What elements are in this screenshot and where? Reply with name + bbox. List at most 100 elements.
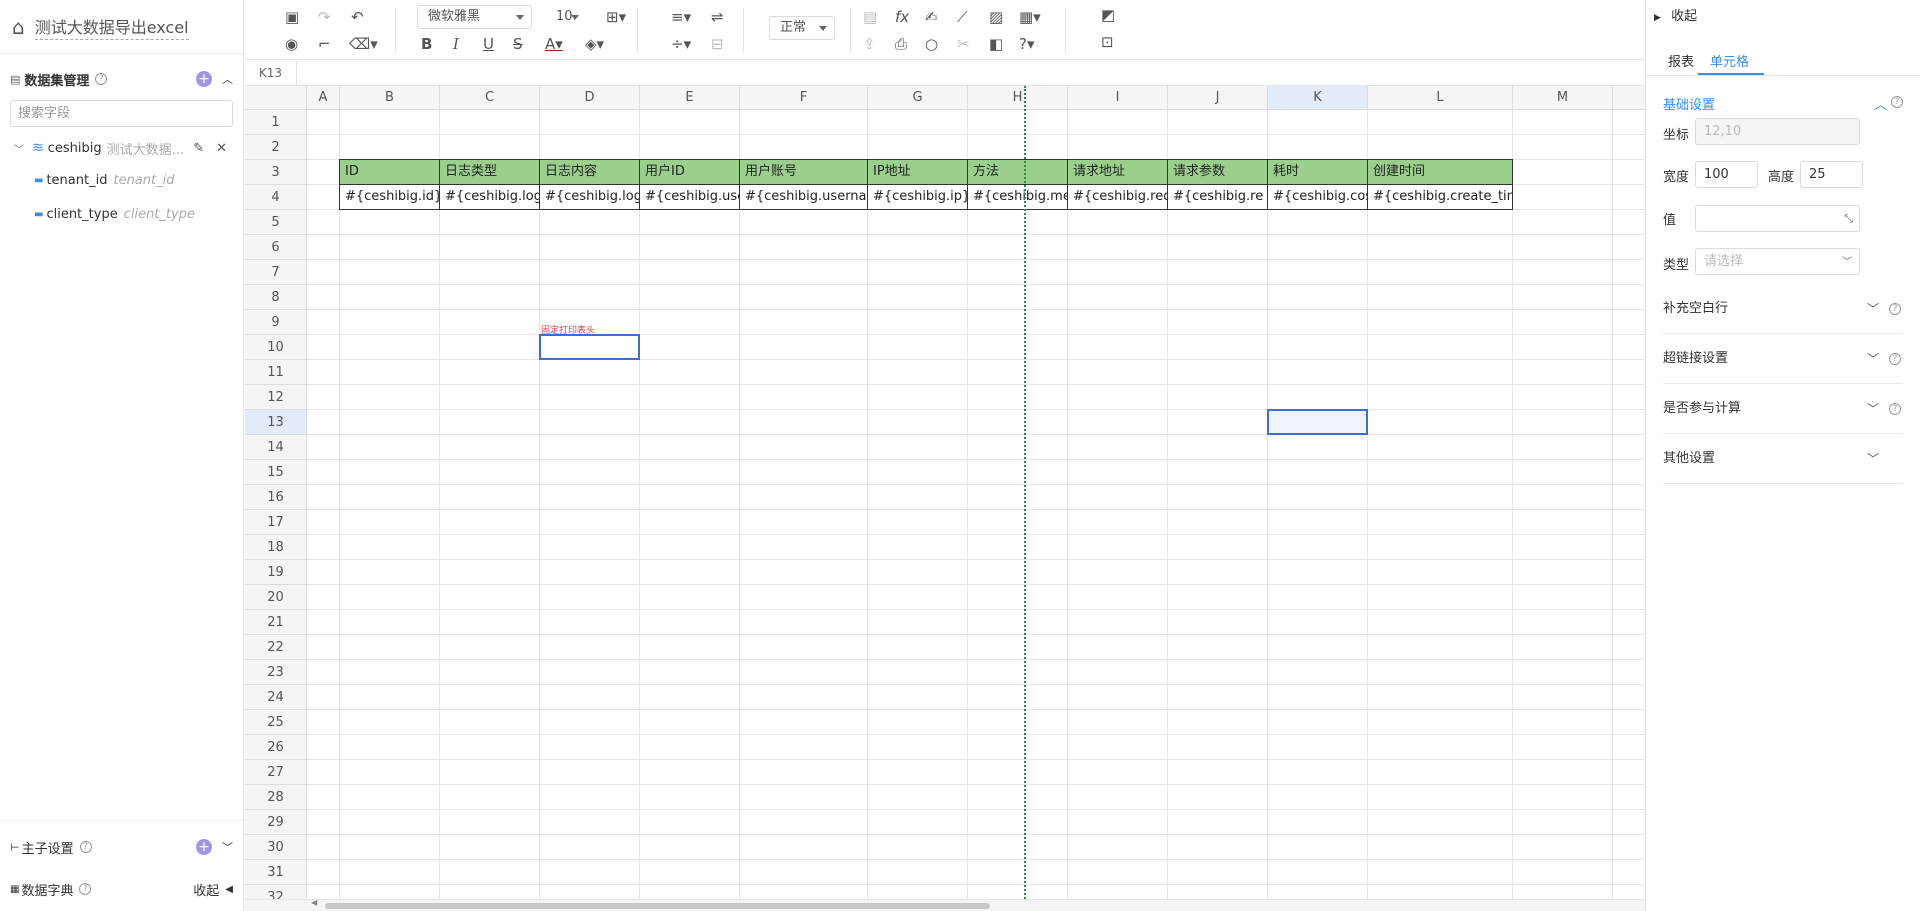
section-blank-rows[interactable]: 补充空白行 ﹀ ?	[1663, 284, 1903, 334]
horizontal-scrollbar[interactable]: ◀	[245, 898, 1645, 911]
help-icon[interactable]: ?	[1891, 96, 1903, 108]
row-header[interactable]: 23	[245, 660, 307, 685]
row-header[interactable]: 18	[245, 535, 307, 560]
row-header[interactable]: 5	[245, 210, 307, 235]
upload-icon[interactable]: ⇪	[863, 33, 876, 55]
table-icon[interactable]: ▤	[863, 6, 877, 28]
row-header[interactable]: 29	[245, 810, 307, 835]
header-cell[interactable]: 方法	[967, 159, 1068, 185]
spreadsheet-grid[interactable]: A B C D E F G H I J K L M 1 2 3 4 5 6 7 8 9 10 11 12 13 14 15 16 17 18…	[245, 86, 1645, 899]
template-cell[interactable]: #{ceshibig.log	[539, 184, 640, 210]
column-header-e[interactable]: E	[640, 86, 740, 110]
preview-icon[interactable]: ◉	[285, 33, 298, 55]
caret-left-icon[interactable]: ◀	[225, 884, 233, 895]
header-cell[interactable]: 用户账号	[739, 159, 868, 185]
eraser-icon[interactable]: ⌫▾	[349, 33, 378, 55]
search-field-input[interactable]: 搜索字段	[10, 100, 233, 127]
column-header-i[interactable]: I	[1068, 86, 1168, 110]
coord-input[interactable]: 12,10	[1695, 118, 1860, 145]
header-cell[interactable]: ID	[339, 159, 440, 185]
header-cell[interactable]: 耗时	[1267, 159, 1368, 185]
selected-cell-d10[interactable]	[539, 334, 640, 360]
template-cell[interactable]: #{ceshibig.create_tim	[1367, 184, 1513, 210]
collapse-right-button[interactable]: ▶ 收起	[1654, 5, 1697, 24]
row-header[interactable]: 25	[245, 710, 307, 735]
row-header[interactable]: 2	[245, 135, 307, 160]
header-cell[interactable]: 日志类型	[439, 159, 540, 185]
row-header[interactable]: 19	[245, 560, 307, 585]
header-cell[interactable]: 创建时间	[1367, 159, 1513, 185]
add-dataset-button[interactable]: +	[196, 71, 212, 87]
column-header-l[interactable]: L	[1368, 86, 1513, 110]
tab-report[interactable]: 报表	[1668, 51, 1694, 70]
row-header[interactable]: 4	[245, 185, 307, 210]
row-header[interactable]: 30	[245, 835, 307, 860]
row-header[interactable]: 26	[245, 735, 307, 760]
section-other[interactable]: 其他设置 ﹀	[1663, 434, 1903, 484]
row-header[interactable]: 15	[245, 460, 307, 485]
header-cell[interactable]: 请求参数	[1167, 159, 1268, 185]
template-cell[interactable]: #{ceshibig.userna	[739, 184, 868, 210]
underline-icon[interactable]: U	[483, 33, 494, 55]
column-header-c[interactable]: C	[440, 86, 540, 110]
italic-icon[interactable]: I	[453, 33, 459, 55]
vertical-align-icon[interactable]: ÷▾	[671, 33, 691, 55]
column-header-a[interactable]: A	[307, 86, 340, 110]
column-header-j[interactable]: J	[1168, 86, 1268, 110]
help-icon[interactable]: ?▾	[1019, 33, 1035, 55]
print-icon[interactable]: ⎙	[895, 33, 907, 55]
row-header[interactable]: 14	[245, 435, 307, 460]
template-cell[interactable]: #{ceshibig.me	[967, 184, 1068, 210]
section-calculation[interactable]: 是否参与计算 ﹀ ?	[1663, 384, 1903, 434]
header-cell[interactable]: 日志内容	[539, 159, 640, 185]
field-item[interactable]: ▬ client_type client_type	[0, 197, 243, 231]
grid-corner[interactable]	[245, 86, 307, 110]
header-cell[interactable]: 请求地址	[1067, 159, 1168, 185]
row-header[interactable]: 20	[245, 585, 307, 610]
row-header[interactable]: 21	[245, 610, 307, 635]
dataset-tree-item[interactable]: ﹀ ≋ ceshibig 测试大数据... ✎ ✕	[0, 133, 243, 163]
row-header[interactable]: 3	[245, 160, 307, 185]
height-input[interactable]: 25	[1800, 161, 1863, 188]
border-icon[interactable]: ⊞▾	[606, 6, 626, 28]
template-cell[interactable]: #{ceshibig.ip}	[867, 184, 968, 210]
fixed-header-icon[interactable]: ◩	[1101, 4, 1115, 26]
font-color-icon[interactable]: A▾	[545, 33, 563, 55]
template-cell[interactable]: #{ceshibig.req	[1067, 184, 1168, 210]
template-cell[interactable]: #{ceshibig.log	[439, 184, 540, 210]
chart-icon[interactable]: ⟋	[957, 6, 968, 28]
redo-icon[interactable]: ↷	[318, 6, 331, 28]
merge-icon[interactable]: ⊟	[711, 33, 724, 55]
wrap-icon[interactable]: ⇌	[711, 6, 724, 28]
basic-settings-header[interactable]: 基础设置 ︿ ?	[1663, 94, 1903, 113]
strikethrough-icon[interactable]: S	[513, 33, 523, 55]
page-title[interactable]: 测试大数据导出excel	[34, 14, 189, 40]
section-hyperlink[interactable]: 超链接设置 ﹀ ?	[1663, 334, 1903, 384]
row-header[interactable]: 32	[245, 885, 307, 899]
row-header[interactable]: 17	[245, 510, 307, 535]
value-input[interactable]: ⤡	[1695, 205, 1860, 232]
search-icon[interactable]: ○	[925, 33, 938, 55]
row-header[interactable]: 6	[245, 235, 307, 260]
tab-cell[interactable]: 单元格	[1710, 51, 1749, 70]
row-header[interactable]: 24	[245, 685, 307, 710]
font-size-select[interactable]: 10	[545, 5, 587, 29]
header-cell[interactable]: IP地址	[867, 159, 968, 185]
header-cell[interactable]: 用户ID	[639, 159, 740, 185]
align-left-icon[interactable]: ≡▾	[671, 6, 691, 28]
row-header[interactable]: 28	[245, 785, 307, 810]
active-cell-k13[interactable]	[1267, 409, 1368, 435]
width-input[interactable]: 100	[1695, 161, 1758, 188]
template-cell[interactable]: #{ceshibig.use	[639, 184, 740, 210]
scroll-thumb[interactable]	[325, 903, 990, 909]
text-mode-select[interactable]: 正常	[769, 16, 835, 40]
tools-icon[interactable]: ✂	[957, 33, 970, 55]
fit-icon[interactable]: ⊡	[1101, 31, 1114, 53]
template-cell[interactable]: #{ceshibig.id}	[339, 184, 440, 210]
cell-reference[interactable]: K13	[245, 61, 297, 85]
row-header[interactable]: 16	[245, 485, 307, 510]
row-header[interactable]: 10	[245, 335, 307, 360]
sign-icon[interactable]: ✍	[925, 6, 938, 28]
add-main-sub-button[interactable]: +	[196, 839, 212, 855]
row-header[interactable]: 1	[245, 110, 307, 135]
